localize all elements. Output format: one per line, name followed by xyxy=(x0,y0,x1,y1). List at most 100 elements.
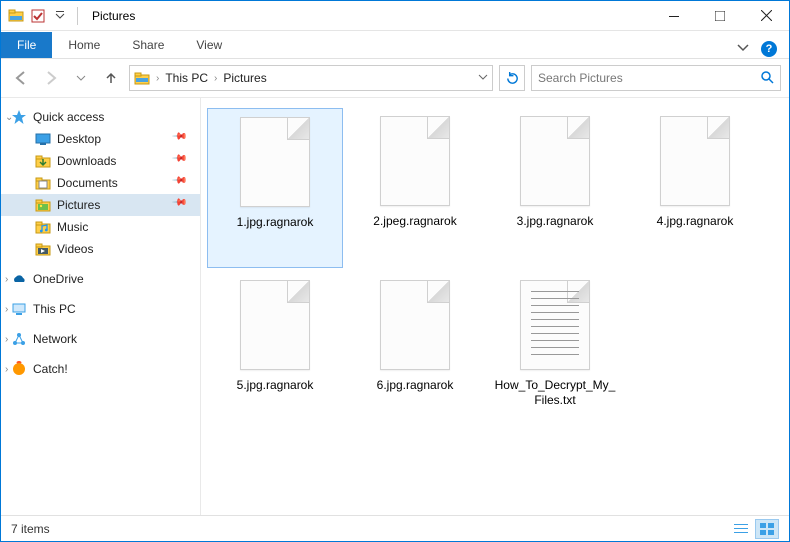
thispc-icon xyxy=(11,301,27,317)
videos-icon xyxy=(35,241,51,257)
ribbon-file-tab[interactable]: File xyxy=(1,32,52,58)
window-title: Pictures xyxy=(92,9,135,23)
titlebar: Pictures xyxy=(1,1,789,31)
tree-quick-access[interactable]: ⌄ Quick access xyxy=(1,106,200,128)
pin-icon: 📌 xyxy=(171,172,193,194)
sidebar-item-documents[interactable]: Documents 📌 xyxy=(1,172,200,194)
tree-label: Downloads xyxy=(57,154,116,168)
tree-label: Network xyxy=(33,332,77,346)
search-icon xyxy=(760,70,774,87)
file-list[interactable]: 1.jpg.ragnarok 2.jpeg.ragnarok 3.jpg.ragna… xyxy=(201,98,789,515)
address-dropdown-icon[interactable] xyxy=(478,71,488,85)
chevron-right-icon[interactable]: › xyxy=(5,274,8,285)
file-name: 5.jpg.ragnarok xyxy=(237,378,314,393)
navigation-pane[interactable]: ⌄ Quick access Desktop📌Downloads📌Documen… xyxy=(1,98,201,515)
desktop-icon xyxy=(35,131,51,147)
nav-forward-button[interactable] xyxy=(39,66,63,90)
tree-label: Desktop xyxy=(57,132,101,146)
unknown-file-icon xyxy=(520,116,590,206)
file-name: 3.jpg.ragnarok xyxy=(517,214,594,229)
sidebar-root-catch![interactable]: › Catch! xyxy=(1,358,200,380)
file-name: 6.jpg.ragnarok xyxy=(377,378,454,393)
file-item[interactable]: 5.jpg.ragnarok xyxy=(207,272,343,432)
nav-up-button[interactable] xyxy=(99,66,123,90)
tree-label: Videos xyxy=(57,242,93,256)
ribbon-tabs: File Home Share View ? xyxy=(1,31,789,59)
pin-icon: 📌 xyxy=(171,128,193,150)
chevron-right-icon[interactable]: › xyxy=(214,73,217,84)
tree-label: This PC xyxy=(33,302,76,316)
music-icon xyxy=(35,219,51,235)
sidebar-item-videos[interactable]: Videos xyxy=(1,238,200,260)
body: ⌄ Quick access Desktop📌Downloads📌Documen… xyxy=(1,97,789,515)
unknown-file-icon xyxy=(240,280,310,370)
search-input[interactable]: Search Pictures xyxy=(531,65,781,91)
nav-back-button[interactable] xyxy=(9,66,33,90)
chevron-down-icon[interactable]: ⌄ xyxy=(5,112,13,123)
tree-label: Quick access xyxy=(33,110,104,124)
tree-label: Pictures xyxy=(57,198,100,212)
tree-label: Music xyxy=(57,220,88,234)
file-name: How_To_Decrypt_My_Files.txt xyxy=(491,378,619,408)
chevron-right-icon[interactable]: › xyxy=(5,304,8,315)
sidebar-root-network[interactable]: › Network xyxy=(1,328,200,350)
chevron-right-icon[interactable]: › xyxy=(5,364,8,375)
view-icons-button[interactable] xyxy=(755,519,779,539)
status-count: 7 items xyxy=(11,522,50,536)
nav-recent-dropdown[interactable] xyxy=(69,66,93,90)
file-item[interactable]: 2.jpeg.ragnarok xyxy=(347,108,483,268)
ribbon-tab-share[interactable]: Share xyxy=(116,32,180,58)
sidebar-item-music[interactable]: Music xyxy=(1,216,200,238)
unknown-file-icon xyxy=(240,117,310,207)
breadcrumb-thispc[interactable]: This PC xyxy=(165,71,208,85)
file-name: 1.jpg.ragnarok xyxy=(237,215,314,230)
maximize-button[interactable] xyxy=(697,1,743,31)
sidebar-root-onedrive[interactable]: › OneDrive xyxy=(1,268,200,290)
qat-dropdown-icon[interactable] xyxy=(51,7,69,25)
star-icon xyxy=(11,109,27,125)
separator xyxy=(77,7,78,25)
qat-properties-icon[interactable] xyxy=(29,7,47,25)
file-name: 2.jpeg.ragnarok xyxy=(373,214,456,229)
view-details-button[interactable] xyxy=(729,519,753,539)
sidebar-root-this pc[interactable]: › This PC xyxy=(1,298,200,320)
sidebar-item-desktop[interactable]: Desktop 📌 xyxy=(1,128,200,150)
file-item[interactable]: 4.jpg.ragnarok xyxy=(627,108,763,268)
catch-icon xyxy=(11,361,27,377)
sidebar-item-pictures[interactable]: Pictures 📌 xyxy=(1,194,200,216)
folder-icon xyxy=(134,70,150,86)
navigation-row: › This PC › Pictures Search Pictures xyxy=(1,59,789,97)
unknown-file-icon xyxy=(380,116,450,206)
ribbon-tab-view[interactable]: View xyxy=(180,32,238,58)
sidebar-item-downloads[interactable]: Downloads📌 xyxy=(1,150,200,172)
minimize-button[interactable] xyxy=(651,1,697,31)
pictures-icon xyxy=(35,197,51,213)
app-icon xyxy=(7,7,25,25)
close-button[interactable] xyxy=(743,1,789,31)
onedrive-icon xyxy=(11,271,27,287)
help-icon[interactable]: ? xyxy=(761,41,777,57)
file-item[interactable]: 1.jpg.ragnarok xyxy=(207,108,343,268)
downloads-icon xyxy=(35,153,51,169)
chevron-right-icon[interactable]: › xyxy=(156,73,159,84)
ribbon-expand-icon[interactable] xyxy=(737,40,749,58)
pin-icon: 📌 xyxy=(171,194,193,216)
file-item[interactable]: 3.jpg.ragnarok xyxy=(487,108,623,268)
search-placeholder: Search Pictures xyxy=(538,71,623,85)
chevron-right-icon[interactable]: › xyxy=(5,334,8,345)
refresh-button[interactable] xyxy=(499,65,525,91)
address-bar[interactable]: › This PC › Pictures xyxy=(129,65,493,91)
tree-label: Catch! xyxy=(33,362,68,376)
text-file-icon xyxy=(520,280,590,370)
explorer-window: Pictures File Home Share View ? › This P… xyxy=(0,0,790,542)
documents-icon xyxy=(35,175,51,191)
file-name: 4.jpg.ragnarok xyxy=(657,214,734,229)
file-item[interactable]: How_To_Decrypt_My_Files.txt xyxy=(487,272,623,432)
tree-label: OneDrive xyxy=(33,272,84,286)
unknown-file-icon xyxy=(660,116,730,206)
ribbon-tab-home[interactable]: Home xyxy=(52,32,116,58)
network-icon xyxy=(11,331,27,347)
breadcrumb-pictures[interactable]: Pictures xyxy=(223,71,266,85)
file-item[interactable]: 6.jpg.ragnarok xyxy=(347,272,483,432)
tree-label: Documents xyxy=(57,176,118,190)
